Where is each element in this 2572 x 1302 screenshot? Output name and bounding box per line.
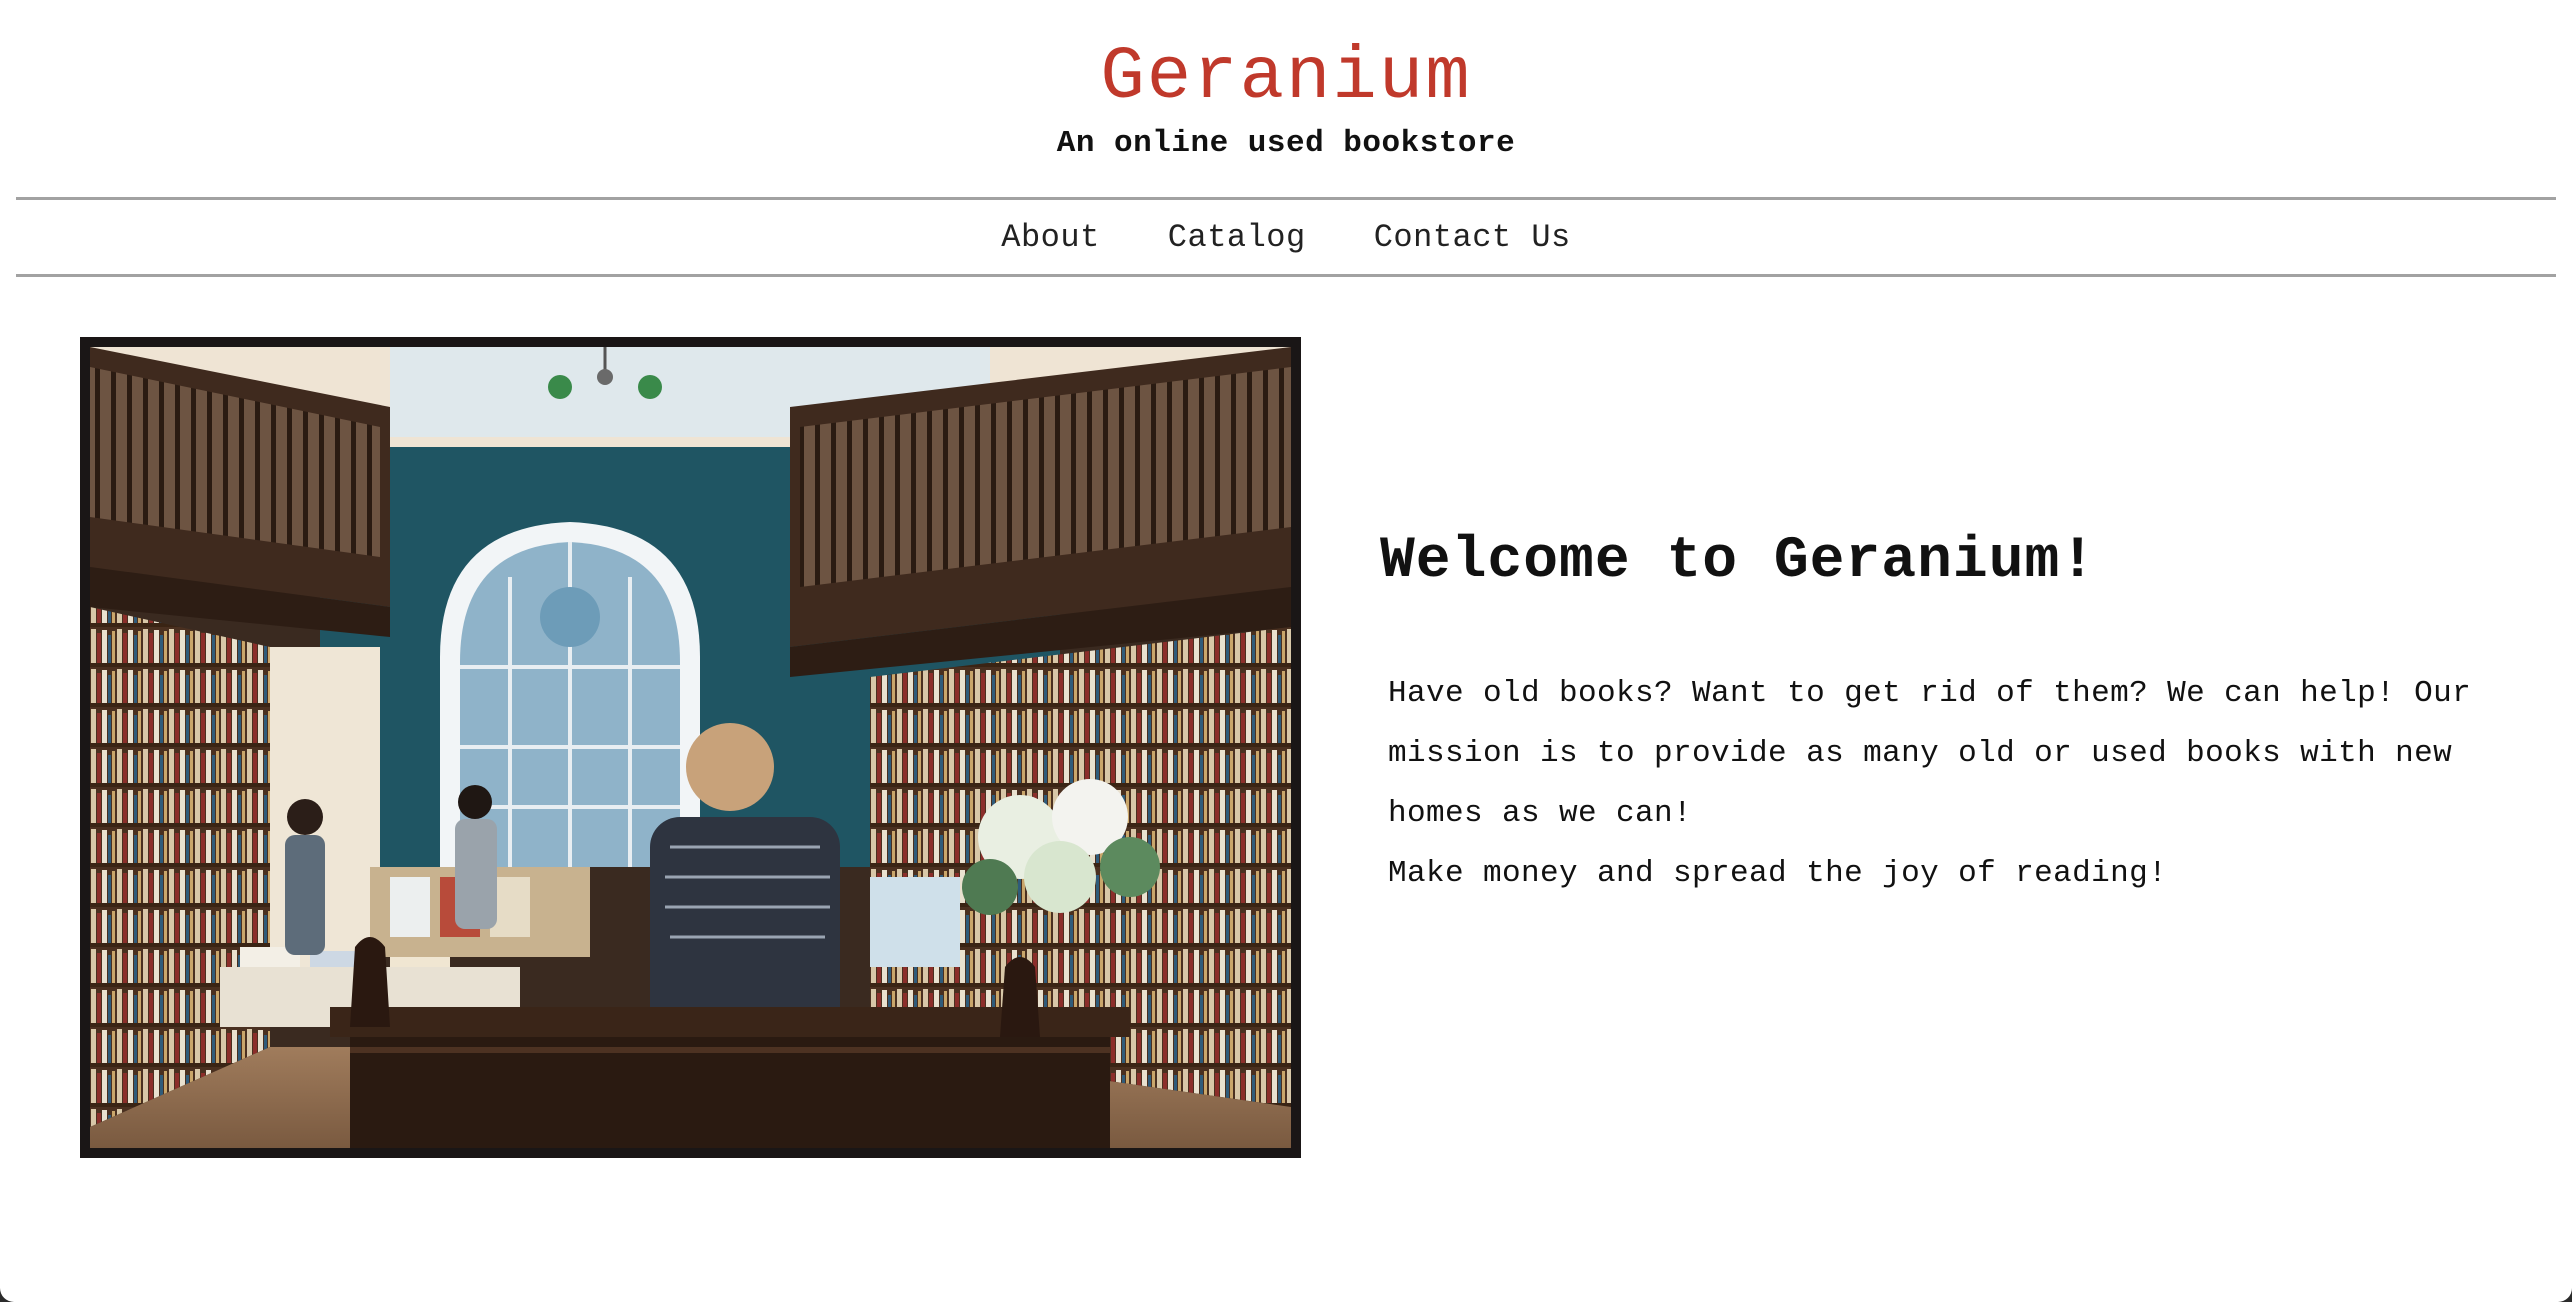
page: Geranium An online used bookstore About … bbox=[0, 0, 2572, 1302]
nav-link-catalog[interactable]: Catalog bbox=[1168, 219, 1306, 256]
site-header: Geranium An online used bookstore bbox=[0, 36, 2572, 164]
closing-paragraph: Make money and spread the joy of reading… bbox=[1388, 856, 2168, 891]
welcome-heading: Welcome to Geranium! bbox=[1380, 529, 2097, 594]
nav-link-about[interactable]: About bbox=[1001, 219, 1100, 256]
intro-paragraph: Have old books? Want to get rid of them?… bbox=[1388, 676, 2472, 831]
main-nav: About Catalog Contact Us bbox=[16, 197, 2556, 277]
nav-link-contact-us[interactable]: Contact Us bbox=[1374, 219, 1571, 256]
bookstore-photo bbox=[80, 337, 1301, 1158]
site-subtitle: An online used bookstore bbox=[1056, 126, 1516, 161]
main-content: Welcome to Geranium! Have old books? Wan… bbox=[1380, 530, 2530, 904]
site-title[interactable]: Geranium bbox=[0, 36, 2572, 120]
